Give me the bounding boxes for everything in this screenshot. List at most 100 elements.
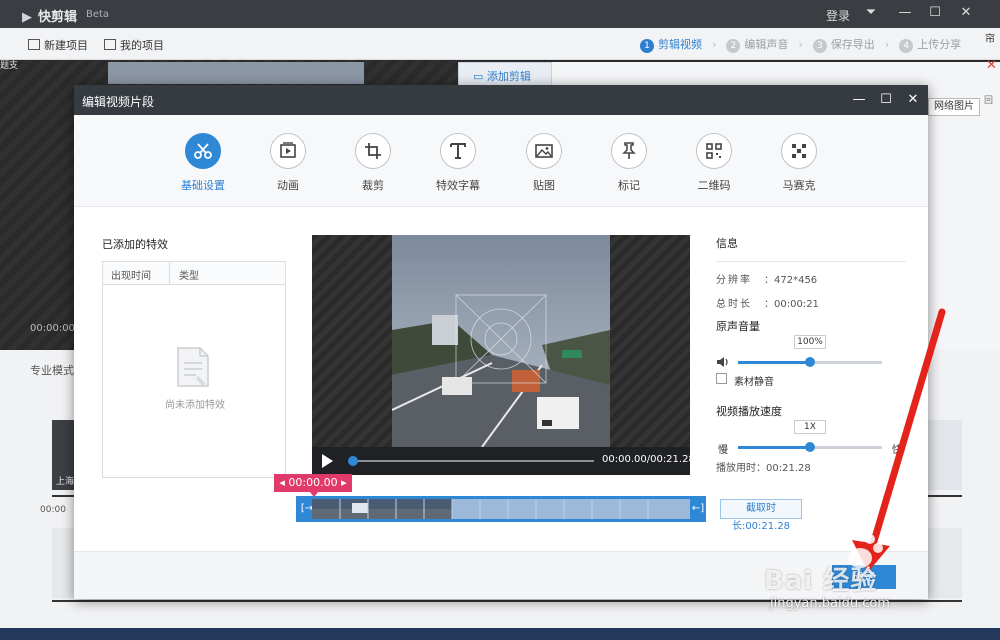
trim-right-arrow-icon[interactable]: ▸ [341,476,347,489]
add-clip-tab[interactable]: ▭ 添加剪辑 [458,62,552,86]
new-project-label: 新建项目 [44,39,88,52]
player-controls: 00:00.00/00:21.28 [312,447,695,475]
logo-play-icon: ▶ [22,10,32,25]
red-close-icon[interactable]: ✕ [986,58,997,73]
new-project-button[interactable]: 新建项目 [28,37,88,53]
tool-image[interactable]: 贴图 [504,133,584,193]
main-toolbar: 1 新建项目 我的项目 1 剪辑视频 › 2编辑声音 › 3保存导出 › 4上传分享 [0,28,1000,71]
tool-animation[interactable]: 动画 [248,133,328,193]
volume-slider-knob[interactable] [805,357,815,367]
video-player[interactable]: 00:00.00/00:21.28 [312,235,695,475]
step-label: 保存导出 [830,38,875,51]
login-link[interactable]: 登录 [826,7,850,24]
play-duration: 播放用时：00:21.28 [716,463,811,474]
volume-value: 100% [794,335,826,349]
seek-bar[interactable] [352,460,594,462]
duration-label: 总时长 [716,299,752,310]
tool-label: 裁剪 [362,179,384,192]
pro-mode-tab[interactable]: 专业模式 [30,362,74,378]
step-number: 3 [812,39,827,53]
resolution-value: 472*456 [774,275,818,286]
tool-crop[interactable]: 裁剪 [333,133,413,193]
resolution-row: 分辨率 ：472*456 [716,271,906,286]
menu-dropdown-icon[interactable]: ⏷ [862,4,880,22]
dialog-maximize-icon[interactable]: ☐ [877,91,895,109]
workflow-step-2[interactable]: 2 编辑声音 [726,36,788,53]
speed-slider-knob[interactable] [805,442,815,452]
plus-box-icon [28,39,40,50]
effects-list-header: 出现时间 类型 [103,262,285,285]
tool-label: 特效字幕 [436,179,480,192]
my-projects-button[interactable]: 我的项目 [104,37,164,53]
step-arrow-icon: › [884,38,890,51]
tool-label: 马赛克 [782,179,816,192]
video-frame [392,235,610,447]
speed-value: 1X [794,420,826,434]
seek-knob[interactable] [348,456,358,466]
workflow-step-3[interactable]: 3 保存导出 [812,36,875,53]
tool-label: 二维码 [697,179,731,192]
image-icon [526,133,562,169]
clip-label: 上海 [56,477,75,487]
player-time: 00:00.00/00:21.28 [602,454,695,465]
play-icon[interactable] [320,453,334,469]
tool-text[interactable]: 特效字幕 [418,133,498,193]
app-logo: ▶ 快剪辑 [22,6,77,25]
step-number: 4 [899,39,914,53]
dialog-title: 编辑视频片段 [82,95,155,109]
tool-label: 标记 [618,179,640,192]
trim-start-marker[interactable]: ◂ 00:00.00 ▸ [274,474,352,497]
step-number: 2 [726,39,741,53]
cut-duration: 截取时长:00:21.28 [720,499,802,532]
crop-icon [355,133,391,169]
mute-checkbox[interactable] [716,373,727,384]
duration-value: 00:00:21 [774,299,819,310]
info-panel: 信息 分辨率 ：472*456 总时长 ：00:00:21 [716,235,906,310]
tool-label: 动画 [277,179,299,192]
workflow-steps: 1 剪辑视频 › 2 编辑声音 › 3 保存导出 › 4 上传分享 [640,36,971,53]
trim-filmstrip[interactable]: [→ ←] [296,496,706,522]
tool-scissors[interactable]: 基础设置 [163,133,243,193]
volume-slider-fill [738,361,810,364]
tool-label: 贴图 [533,179,555,192]
bg-time: 00:00:00 [30,323,75,334]
qrcode-icon [696,133,732,169]
step-arrow-icon: › [798,38,803,51]
minimize-icon[interactable]: — [896,4,914,22]
bottom-bar [0,628,1000,640]
tool-label: 基础设置 [181,179,225,192]
effects-list-title: 已添加的特效 [102,238,168,251]
effect-toolbar: 基础设置 动画 裁剪 特效字幕 贴图 标记 二维码 马赛克 [74,115,928,207]
step-label: 编辑声音 [744,38,789,51]
trim-right-handle-icon[interactable]: ←] [690,499,706,519]
effects-list: 出现时间 类型 尚未添加特效 [102,261,286,478]
web-image-button[interactable]: 网络图片 [928,98,980,116]
col-type: 类型 [179,271,199,282]
tool-pin[interactable]: 标记 [589,133,669,193]
dialog-close-icon[interactable]: ✕ [904,91,922,109]
step-arrow-icon: › [712,38,717,51]
dialog-minimize-icon[interactable]: — [850,91,868,109]
close-icon[interactable]: ✕ [957,4,975,22]
beta-badge: Beta [86,9,110,20]
workflow-step-1[interactable]: 1 剪辑视频 [640,36,702,53]
tool-mosaic[interactable]: 马赛克 [759,133,839,193]
speaker-icon[interactable] [716,356,730,368]
app-name: 快剪辑 [38,10,78,25]
speed-fast-label: 快 [892,445,902,456]
watermark-url: jingyan.baidu.com [770,596,890,611]
edge-text-right: 帘 [985,34,995,45]
maximize-icon[interactable]: ☐ [926,4,944,22]
dialog-header: 编辑视频片段 — ☐ ✕ [74,85,928,115]
ruler-time: 00:00 [40,505,66,515]
step-label: 上传分享 [917,38,962,51]
tool-qrcode[interactable]: 二维码 [674,133,754,193]
speed-slow-label: 慢 [718,445,728,456]
add-clip-label: 添加剪辑 [486,70,531,83]
text-icon [440,133,476,169]
trim-left-arrow-icon[interactable]: ◂ [279,476,285,489]
workflow-step-4[interactable]: 4 上传分享 [899,36,961,53]
scissors-icon [185,133,221,169]
info-title: 信息 [716,237,738,250]
edge-text: 题支 [0,61,19,71]
